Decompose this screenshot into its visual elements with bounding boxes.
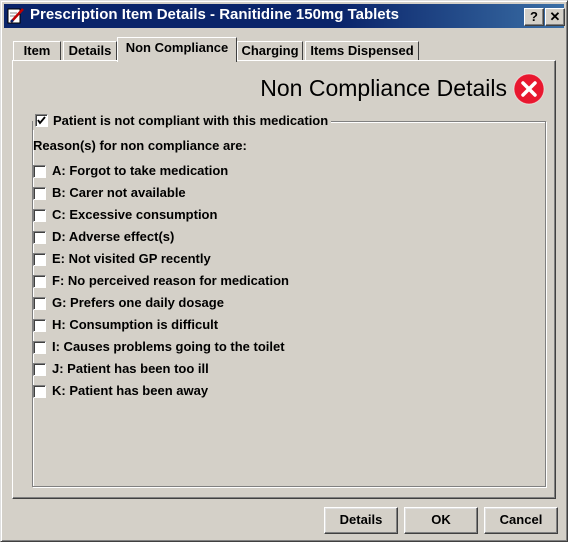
- reasons-header: Reason(s) for non compliance are:: [33, 138, 247, 153]
- reason-h-label: H: Consumption is difficult: [52, 317, 219, 332]
- reason-f-checkbox[interactable]: [33, 275, 46, 289]
- ok-button[interactable]: OK: [404, 507, 478, 534]
- tab-non-compliance[interactable]: Non Compliance: [117, 37, 237, 62]
- details-button[interactable]: Details: [324, 507, 398, 534]
- help-button[interactable]: ?: [524, 8, 544, 26]
- reason-e-checkbox[interactable]: [33, 253, 46, 267]
- close-button[interactable]: ✕: [545, 8, 565, 26]
- tab-item[interactable]: Item: [13, 41, 61, 61]
- window-title: Prescription Item Details - Ranitidine 1…: [30, 6, 399, 23]
- reason-e-label: E: Not visited GP recently: [52, 251, 211, 266]
- reason-b[interactable]: B: Carer not available: [33, 184, 186, 202]
- reason-c[interactable]: C: Excessive consumption: [33, 206, 217, 224]
- reason-h[interactable]: H: Consumption is difficult: [33, 316, 218, 334]
- close-icon: ✕: [549, 9, 561, 24]
- not-compliant-checkbox[interactable]: [35, 114, 48, 128]
- non-compliance-panel: Non Compliance Details Patient is not co…: [12, 60, 556, 499]
- reason-d-checkbox[interactable]: [33, 231, 46, 245]
- reason-j-checkbox[interactable]: [33, 363, 46, 377]
- reason-d[interactable]: D: Adverse effect(s): [33, 228, 174, 246]
- not-compliant-label: Patient is not compliant with this medic…: [53, 113, 329, 129]
- reason-c-checkbox[interactable]: [33, 209, 46, 223]
- reason-a-label: A: Forgot to take medication: [52, 163, 229, 178]
- error-x-icon: [513, 73, 545, 105]
- reason-j[interactable]: J: Patient has been too ill: [33, 360, 209, 378]
- reason-f[interactable]: F: No perceived reason for medication: [33, 272, 289, 290]
- reason-a-checkbox[interactable]: [33, 165, 46, 179]
- reason-b-label: B: Carer not available: [52, 185, 186, 200]
- help-icon: ?: [530, 9, 538, 24]
- title-bar[interactable]: Prescription Item Details - Ranitidine 1…: [4, 4, 565, 28]
- tab-charging[interactable]: Charging: [237, 41, 303, 61]
- tab-details[interactable]: Details: [63, 41, 117, 61]
- reason-k-label: K: Patient has been away: [52, 383, 209, 398]
- reason-c-label: C: Excessive consumption: [52, 207, 218, 222]
- reason-e[interactable]: E: Not visited GP recently: [33, 250, 211, 268]
- reason-f-label: F: No perceived reason for medication: [52, 273, 289, 288]
- reason-h-checkbox[interactable]: [33, 319, 46, 333]
- reason-g[interactable]: G: Prefers one daily dosage: [33, 294, 224, 312]
- reason-i-label: I: Causes problems going to the toilet: [52, 339, 285, 354]
- prescription-pen-icon: [7, 8, 24, 24]
- reason-a[interactable]: A: Forgot to take medication: [33, 162, 228, 180]
- reason-i[interactable]: I: Causes problems going to the toilet: [33, 338, 285, 356]
- panel-heading: Non Compliance Details: [260, 75, 507, 101]
- reason-k-checkbox[interactable]: [33, 385, 46, 399]
- reason-b-checkbox[interactable]: [33, 187, 46, 201]
- not-compliant-checkbox-row[interactable]: Patient is not compliant with this medic…: [33, 112, 332, 130]
- tab-items-dispensed[interactable]: Items Dispensed: [305, 41, 419, 61]
- reason-g-label: G: Prefers one daily dosage: [52, 295, 224, 310]
- reason-g-checkbox[interactable]: [33, 297, 46, 311]
- reason-k[interactable]: K: Patient has been away: [33, 382, 208, 400]
- prescription-item-details-dialog: Prescription Item Details - Ranitidine 1…: [0, 0, 568, 542]
- reason-i-checkbox[interactable]: [33, 341, 46, 355]
- reason-d-label: D: Adverse effect(s): [52, 229, 175, 244]
- checkmark-icon: [37, 116, 46, 125]
- cancel-button[interactable]: Cancel: [484, 507, 558, 534]
- reason-j-label: J: Patient has been too ill: [52, 361, 209, 376]
